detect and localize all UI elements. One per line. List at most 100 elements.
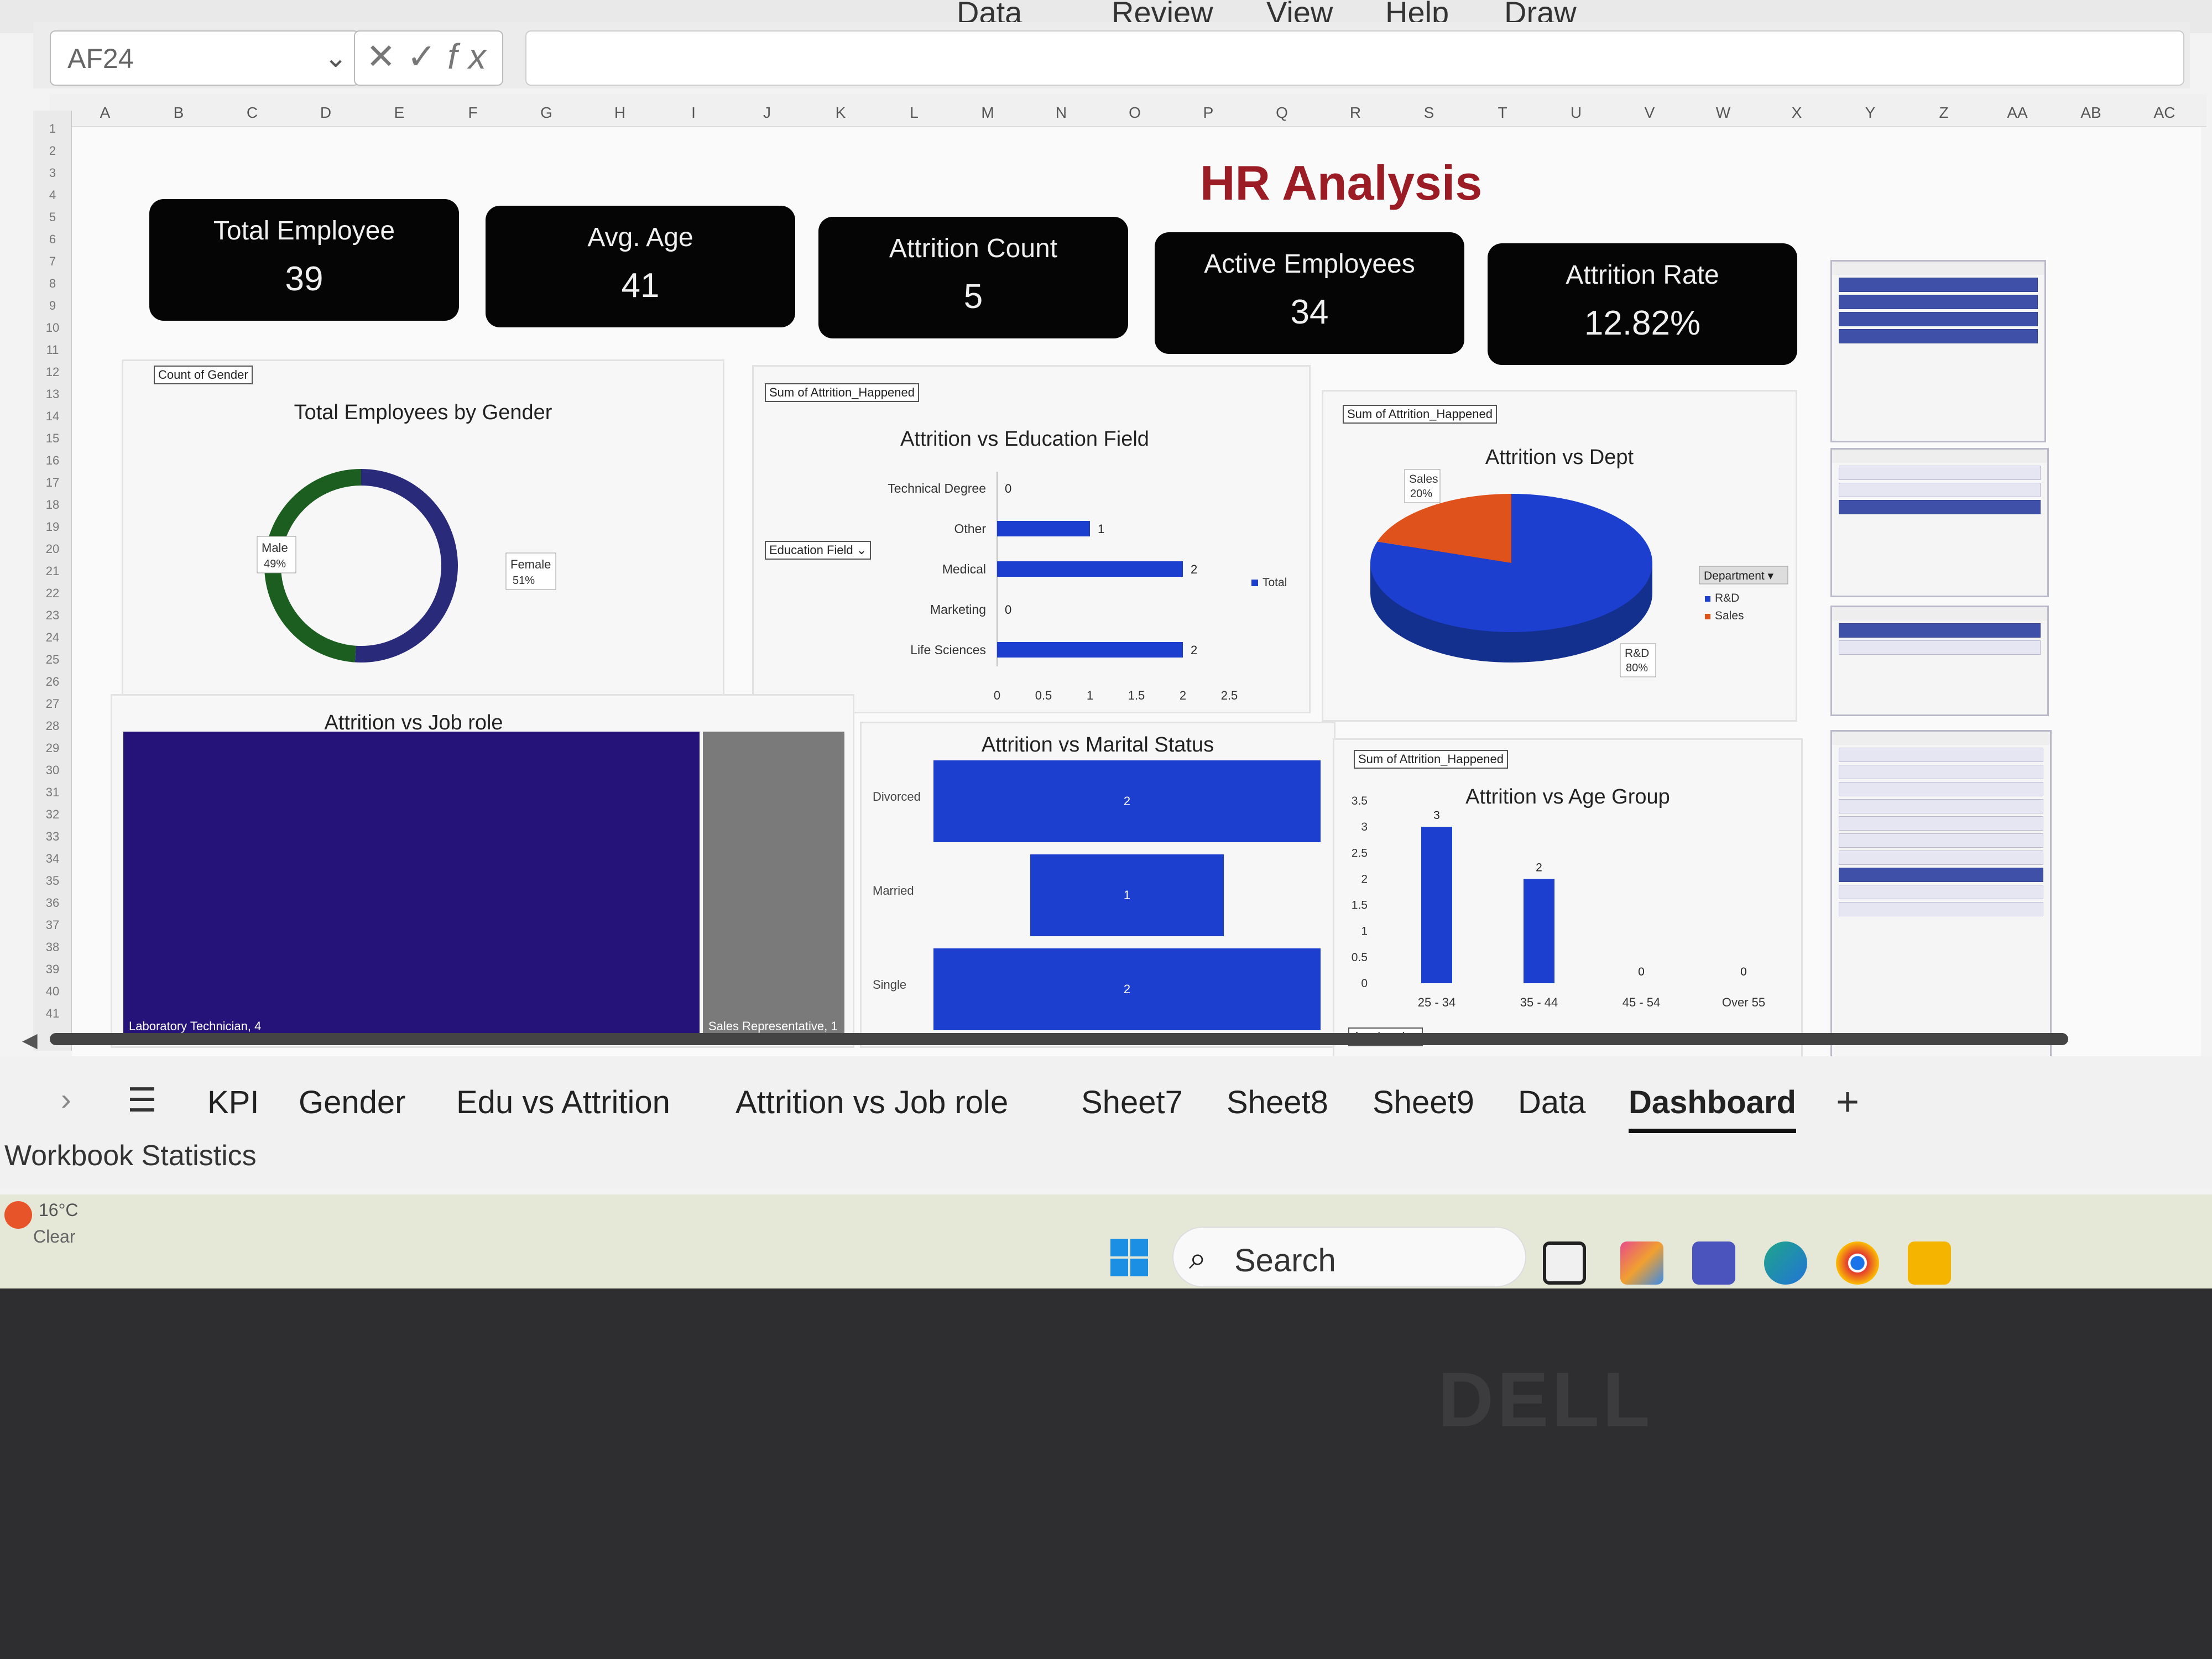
tab-gender[interactable]: Gender: [299, 1084, 405, 1121]
cancel-icon[interactable]: ✕: [366, 36, 407, 76]
row-header[interactable]: 8: [33, 276, 72, 291]
row-header[interactable]: 21: [33, 564, 72, 578]
slicer-item[interactable]: [1839, 623, 2041, 638]
column-header[interactable]: M: [977, 104, 999, 122]
gender-chart-panel[interactable]: Count of Gender Total Employees by Gende…: [122, 359, 724, 697]
row-header[interactable]: 36: [33, 896, 72, 910]
row-header[interactable]: 39: [33, 962, 72, 977]
column-header[interactable]: D: [315, 104, 337, 122]
tab-attrition-vs-job-role[interactable]: Attrition vs Job role: [735, 1084, 1008, 1121]
row-header[interactable]: 11: [33, 343, 72, 357]
tab-kpi[interactable]: KPI: [207, 1084, 259, 1121]
education-chart-panel[interactable]: Sum of Attrition_Happened Attrition vs E…: [752, 365, 1311, 713]
row-header[interactable]: 10: [33, 321, 72, 335]
row-header[interactable]: 24: [33, 630, 72, 645]
slicer-item[interactable]: [1839, 483, 2041, 497]
row-header[interactable]: 28: [33, 719, 72, 733]
column-header[interactable]: Q: [1271, 104, 1293, 122]
slicer-item[interactable]: [1839, 640, 2041, 655]
row-header[interactable]: 22: [33, 586, 72, 601]
column-header[interactable]: J: [756, 104, 778, 122]
tab-sheet7[interactable]: Sheet7: [1081, 1084, 1183, 1121]
name-box[interactable]: AF24 ⌄: [50, 30, 359, 86]
chevron-down-icon[interactable]: ⌄: [324, 41, 347, 74]
row-header[interactable]: 16: [33, 453, 72, 468]
slicer-item[interactable]: [1839, 765, 2043, 779]
row-header[interactable]: 15: [33, 431, 72, 446]
dept-chart-panel[interactable]: Sum of Attrition_Happened Attrition vs D…: [1322, 390, 1797, 722]
row-header[interactable]: 40: [33, 984, 72, 999]
formula-input[interactable]: [525, 30, 2184, 86]
slicer-item[interactable]: [1839, 312, 2038, 326]
row-header[interactable]: 1: [33, 122, 72, 136]
row-header[interactable]: 4: [33, 188, 72, 202]
workbook-statistics[interactable]: Workbook Statistics: [4, 1139, 257, 1172]
row-header[interactable]: 2: [33, 144, 72, 158]
slicer-4[interactable]: [1830, 730, 2052, 1078]
column-header[interactable]: E: [388, 104, 410, 122]
row-header[interactable]: 14: [33, 409, 72, 424]
slicer-2[interactable]: [1830, 448, 2049, 597]
tab-data[interactable]: Data: [1518, 1084, 1586, 1121]
column-header[interactable]: G: [535, 104, 557, 122]
age-chart-panel[interactable]: Sum of Attrition_Happened Attrition vs A…: [1333, 738, 1803, 1070]
row-header[interactable]: 5: [33, 210, 72, 225]
confirm-icon[interactable]: ✓: [407, 36, 448, 76]
row-header[interactable]: 3: [33, 166, 72, 180]
row-header[interactable]: 35: [33, 874, 72, 888]
weather-icon[interactable]: [4, 1201, 32, 1229]
column-header[interactable]: S: [1418, 104, 1440, 122]
column-header[interactable]: Y: [1859, 104, 1881, 122]
hamburger-menu-icon[interactable]: ☰: [127, 1081, 157, 1120]
column-header[interactable]: L: [903, 104, 925, 122]
row-header[interactable]: 19: [33, 520, 72, 534]
row-header[interactable]: 9: [33, 299, 72, 313]
tab-sheet9[interactable]: Sheet9: [1373, 1084, 1474, 1121]
column-header[interactable]: U: [1565, 104, 1587, 122]
row-header[interactable]: 30: [33, 763, 72, 778]
column-header[interactable]: O: [1124, 104, 1146, 122]
function-icon[interactable]: fx: [447, 36, 497, 76]
column-header[interactable]: K: [830, 104, 852, 122]
row-header[interactable]: 20: [33, 542, 72, 556]
column-header[interactable]: A: [94, 104, 116, 122]
chrome-icon[interactable]: [1836, 1241, 1879, 1285]
row-header[interactable]: 23: [33, 608, 72, 623]
copilot-icon[interactable]: [1620, 1241, 1663, 1285]
column-header[interactable]: P: [1197, 104, 1219, 122]
row-header[interactable]: 18: [33, 498, 72, 512]
horizontal-scrollbar[interactable]: [50, 1033, 2068, 1045]
row-header[interactable]: 6: [33, 232, 72, 247]
scroll-left-icon[interactable]: ◀: [22, 1029, 38, 1052]
column-header[interactable]: C: [241, 104, 263, 122]
row-header[interactable]: 25: [33, 653, 72, 667]
row-header[interactable]: 26: [33, 675, 72, 689]
row-header[interactable]: 38: [33, 940, 72, 954]
row-header[interactable]: 13: [33, 387, 72, 401]
slicer-3[interactable]: [1830, 606, 2049, 716]
row-header[interactable]: 32: [33, 807, 72, 822]
row-header[interactable]: 41: [33, 1006, 72, 1021]
chevron-right-icon[interactable]: ›: [61, 1081, 71, 1117]
row-header[interactable]: 7: [33, 254, 72, 269]
column-header[interactable]: B: [168, 104, 190, 122]
column-header[interactable]: AB: [2080, 104, 2102, 122]
tab-edu-vs-attrition[interactable]: Edu vs Attrition: [456, 1084, 670, 1121]
slicer-item[interactable]: [1839, 833, 2043, 848]
row-header[interactable]: 29: [33, 741, 72, 755]
column-header[interactable]: AC: [2153, 104, 2176, 122]
slicer-item[interactable]: [1839, 278, 2038, 292]
slicer-item[interactable]: [1839, 902, 2043, 916]
slicer-item[interactable]: [1839, 782, 2043, 796]
task-view-icon[interactable]: [1543, 1241, 1586, 1285]
row-header[interactable]: 31: [33, 785, 72, 800]
slicer-item[interactable]: [1839, 466, 2041, 480]
slicer-1[interactable]: [1830, 260, 2046, 442]
jobrole-chart-panel[interactable]: Attrition vs Job role Laboratory Technic…: [111, 694, 854, 1048]
slicer-item[interactable]: [1839, 851, 2043, 865]
column-header[interactable]: I: [682, 104, 705, 122]
teams-icon[interactable]: [1692, 1241, 1735, 1285]
edge-icon[interactable]: [1764, 1241, 1807, 1285]
column-header[interactable]: F: [462, 104, 484, 122]
column-header[interactable]: W: [1712, 104, 1734, 122]
